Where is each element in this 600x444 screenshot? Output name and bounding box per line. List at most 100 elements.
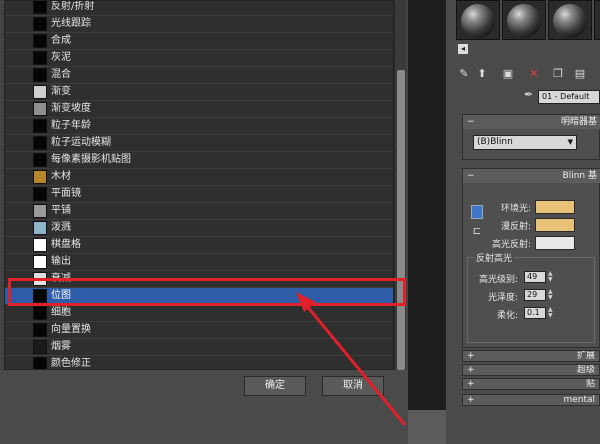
- lock-icon[interactable]: [471, 205, 483, 219]
- map-list-item[interactable]: 反射/折射: [5, 1, 393, 16]
- material-map-browser: 反射/折射光线跟踪合成灰泥混合 渐变 渐变坡度粒子年龄粒子运动模糊每像素摄影机贴图木…: [0, 0, 408, 444]
- copy-material-icon[interactable]: ❐: [550, 66, 566, 82]
- map-list-item[interactable]: 灰泥: [5, 50, 393, 67]
- rollout-title: Blinn 基: [562, 171, 597, 181]
- map-swatch-icon: [33, 85, 47, 99]
- map-list-item[interactable]: 棋盘格: [5, 237, 393, 254]
- rollout-title: 贴: [585, 379, 595, 389]
- blinn-rollout-header[interactable]: − Blinn 基: [463, 169, 600, 183]
- diffuse-label: 漫反射:: [500, 222, 531, 232]
- map-swatch-icon: [33, 204, 47, 218]
- rollout-title: 明暗器基: [560, 117, 597, 127]
- ok-button[interactable]: 确定: [244, 376, 306, 396]
- blinn-basic-rollout: − Blinn 基 ⊏ 环境光: 漫反射: 高光反射: 反射高光 高光级别: 4…: [462, 168, 600, 348]
- delete-icon[interactable]: ✕: [526, 66, 542, 82]
- specular-label: 高光反射:: [491, 240, 531, 250]
- glossiness-input[interactable]: 29: [524, 289, 546, 301]
- map-list-item[interactable]: 泼溅: [5, 220, 393, 237]
- assign-material-icon[interactable]: ▣: [500, 66, 516, 82]
- map-swatch-icon: [33, 153, 47, 167]
- map-item-label: 灰泥: [51, 52, 71, 63]
- map-item-label: 烟雾: [51, 341, 71, 352]
- map-swatch-icon: [33, 238, 47, 252]
- maps-rollout[interactable]: + 贴: [462, 378, 600, 390]
- map-item-label: 向量置换: [51, 324, 91, 335]
- shader-rollout-header[interactable]: − 明暗器基: [463, 115, 600, 129]
- specular-level-label: 高光级别:: [478, 275, 518, 285]
- map-list-item[interactable]: 光线跟踪: [5, 16, 393, 33]
- map-swatch-icon: [33, 51, 47, 65]
- chevron-down-icon: ▼: [567, 138, 573, 146]
- map-list-item[interactable]: 平面镜: [5, 186, 393, 203]
- shader-rollout: − 明暗器基 (B)Blinn ▼: [462, 114, 600, 160]
- cancel-button[interactable]: 取消: [322, 376, 384, 396]
- map-list-item[interactable]: 渐变: [5, 84, 393, 101]
- viewport-strip-footer: [408, 410, 446, 444]
- shader-dropdown[interactable]: (B)Blinn ▼: [473, 135, 577, 150]
- map-item-label: 平面镜: [51, 188, 81, 199]
- map-swatch-icon: [33, 34, 47, 48]
- shader-value: (B)Blinn: [477, 137, 513, 147]
- soften-input[interactable]: 0.1: [524, 307, 546, 319]
- map-swatch-icon: [33, 187, 47, 201]
- map-item-label: 每像素摄影机贴图: [51, 154, 131, 165]
- map-swatch-icon: [33, 119, 47, 133]
- map-item-label: 粒子运动模糊: [51, 137, 111, 148]
- sample-sphere: [461, 4, 495, 38]
- scrollbar-thumb[interactable]: [397, 70, 405, 370]
- unique-icon[interactable]: ▤: [572, 66, 588, 82]
- map-list-item[interactable]: 渐变坡度: [5, 101, 393, 118]
- map-list-item[interactable]: 平铺: [5, 203, 393, 220]
- map-item-label: 反射/折射: [51, 1, 95, 12]
- spinner-icon[interactable]: ▲ ▼: [548, 289, 554, 301]
- ambient-color-swatch[interactable]: [535, 200, 575, 214]
- map-list-item[interactable]: 粒子运动模糊: [5, 135, 393, 152]
- map-list-item[interactable]: 合成: [5, 33, 393, 50]
- sample-slot[interactable]: [548, 0, 592, 40]
- map-list-item[interactable]: 每像素摄影机贴图: [5, 152, 393, 169]
- soften-label: 柔化:: [496, 311, 518, 321]
- specular-highlights-group: 反射高光 高光级别: 49 ▲ ▼ 光泽度: 29 ▲ ▼ 柔化: 0.1 ▲ ▼: [467, 251, 595, 343]
- glossiness-label: 光泽度:: [487, 293, 518, 303]
- map-swatch-icon: [33, 221, 47, 235]
- map-list-scrollbar[interactable]: [394, 0, 406, 370]
- map-swatch-icon: [33, 323, 47, 337]
- slot-scroll-arrow-icon[interactable]: ◂: [458, 44, 468, 54]
- map-list-item[interactable]: 木材: [5, 169, 393, 186]
- spinner-icon[interactable]: ▲ ▼: [548, 307, 554, 319]
- map-item-label: 粒子年龄: [51, 120, 91, 131]
- specular-level-input[interactable]: 49: [524, 271, 546, 283]
- put-material-icon[interactable]: ⬆: [474, 66, 490, 82]
- sample-slot[interactable]: [594, 0, 600, 40]
- map-list-item[interactable]: 细胞: [5, 305, 393, 322]
- map-item-label: 细胞: [51, 307, 71, 318]
- sample-slot[interactable]: [456, 0, 500, 40]
- material-editor: ◂ ✎ ⬆ ▣ ✕ ❐ ▤ ✒ 01 - Default − 明暗器基 (B)B…: [446, 0, 600, 444]
- supersampling-rollout[interactable]: + 超级: [462, 364, 600, 376]
- spinner-icon[interactable]: ▲ ▼: [548, 271, 554, 283]
- map-list-item[interactable]: 粒子年龄: [5, 118, 393, 135]
- get-material-icon[interactable]: ✎: [456, 66, 472, 82]
- map-item-label: 光线跟踪: [51, 18, 91, 29]
- map-list: 反射/折射光线跟踪合成灰泥混合 渐变 渐变坡度粒子年龄粒子运动模糊每像素摄影机贴图木…: [4, 0, 394, 370]
- map-swatch-icon: [33, 255, 47, 269]
- viewport-strip: [408, 0, 446, 444]
- map-list-item[interactable]: 混合: [5, 67, 393, 84]
- map-item-label: 颜色修正: [51, 358, 91, 369]
- mental-ray-rollout[interactable]: + mental: [462, 394, 600, 406]
- eyedropper-icon[interactable]: ✒: [524, 88, 536, 104]
- map-list-item[interactable]: 向量置换: [5, 322, 393, 339]
- sample-slot[interactable]: [502, 0, 546, 40]
- diffuse-color-swatch[interactable]: [535, 218, 575, 232]
- map-item-label: 木材: [51, 171, 71, 182]
- highlight-box: [8, 278, 406, 306]
- map-swatch-icon: [33, 102, 47, 116]
- specular-color-swatch[interactable]: [535, 236, 575, 250]
- map-list-item[interactable]: 烟雾: [5, 339, 393, 356]
- map-swatch-icon: [33, 1, 47, 14]
- map-list-item[interactable]: 输出: [5, 254, 393, 271]
- material-name-field[interactable]: 01 - Default: [538, 90, 600, 104]
- extended-params-rollout[interactable]: + 扩展: [462, 350, 600, 362]
- map-list-item[interactable]: 颜色修正: [5, 356, 393, 369]
- map-swatch-icon: [33, 306, 47, 320]
